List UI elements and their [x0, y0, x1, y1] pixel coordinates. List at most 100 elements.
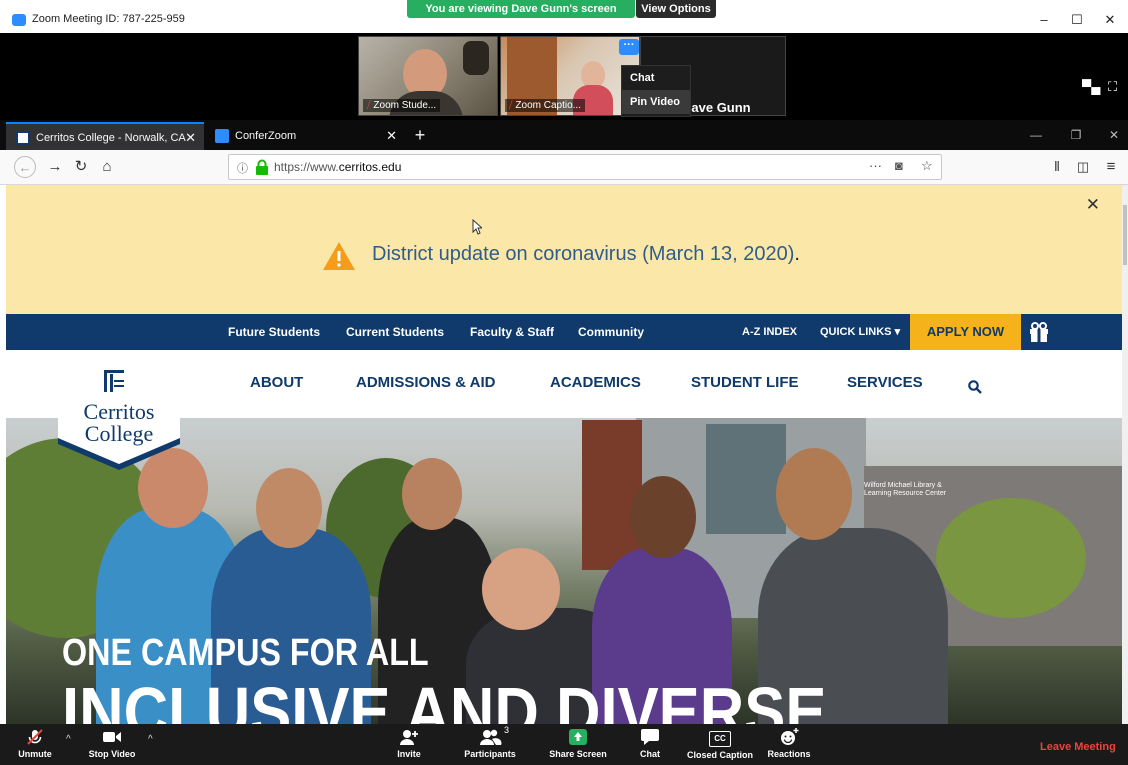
browser-close-button[interactable]: ✕ [1094, 120, 1128, 150]
participant-name: Zoom Captio... [515, 100, 581, 111]
library-icon[interactable]: ⫴ [1046, 156, 1068, 178]
browser-navigation-bar: ← → ↻ ⌂ ⓘ https://www.cerritos.edu ··· ◙… [0, 150, 1128, 185]
menu-item-chat[interactable]: Chat [622, 66, 690, 90]
close-tab-icon[interactable]: ✕ [185, 124, 196, 152]
stop-video-label: Stop Video [88, 749, 136, 759]
forward-arrow-icon[interactable]: → [44, 156, 66, 178]
scrollbar-thumb[interactable] [1123, 205, 1127, 265]
url-prefix: https://www. [274, 160, 339, 174]
menu-item-pin-video[interactable]: Pin Video [622, 90, 690, 114]
back-arrow-icon[interactable]: ← [14, 156, 36, 178]
student-head [402, 458, 462, 530]
url-text: https://www.cerritos.edu [274, 160, 401, 174]
video-context-menu: Chat Pin Video [621, 65, 691, 117]
tree [936, 498, 1086, 618]
logo-line-1: Cerritos [83, 399, 155, 424]
fullscreen-icon[interactable]: ⛶ [1108, 79, 1126, 94]
building-sign-line: Wilford Michael Library & [864, 482, 942, 489]
alert-link[interactable]: District update on coronavirus (March 13… [372, 243, 800, 266]
participants-button[interactable]: 3 Participants [458, 725, 522, 759]
chat-button[interactable]: Chat [632, 728, 668, 759]
reactions-label: Reactions [767, 749, 811, 759]
utility-nav: Future Students Current Students Faculty… [6, 314, 1122, 350]
bookmark-star-icon[interactable]: ☆ [921, 158, 933, 174]
video-options-caret-icon[interactable]: ^ [148, 734, 153, 745]
view-options-button[interactable]: View Options ⌄ [636, 0, 716, 33]
reactions-smiley-icon [781, 728, 799, 745]
tab-cerritos[interactable]: Cerritos College - Norwalk, CA ✕ [6, 122, 204, 150]
maximize-window-button[interactable]: ☐ [1067, 11, 1087, 29]
nav-services[interactable]: SERVICES [847, 374, 923, 391]
leave-meeting-button[interactable]: Leave Meeting [1040, 741, 1116, 753]
cerritos-favicon-icon [16, 131, 30, 145]
sidebar-icon[interactable]: ◫ [1072, 156, 1094, 178]
browser-minimize-button[interactable]: — [1016, 120, 1056, 150]
close-tab-icon[interactable]: ✕ [386, 122, 397, 150]
unmute-button[interactable]: Unmute [10, 728, 60, 759]
new-tab-button[interactable]: + [408, 120, 432, 150]
url-bar[interactable]: ⓘ https://www.cerritos.edu ··· ◙ ☆ [228, 154, 942, 180]
add-person-icon [400, 730, 418, 745]
student-head [256, 468, 322, 548]
building-sign: Wilford Michael Library & Learning Resour… [864, 482, 946, 498]
gift-icon[interactable] [1028, 321, 1050, 343]
participant-name-tag: ⧸ Zoom Stude... [363, 99, 441, 112]
background-item [463, 41, 489, 75]
site-info-icon[interactable]: ⓘ [237, 160, 248, 176]
quick-links-label: QUICK LINKS [820, 326, 892, 338]
speaker-name: Dave Gunn [682, 100, 751, 115]
participant-name: Zoom Stude... [373, 100, 437, 111]
search-icon[interactable] [968, 380, 982, 394]
hamburger-menu-icon[interactable]: ≡ [1100, 156, 1122, 178]
browser-restore-button[interactable]: ❐ [1056, 120, 1096, 150]
browser-tab-bar: Cerritos College - Norwalk, CA ✕ ConferZ… [0, 120, 1128, 150]
nav-current-students[interactable]: Current Students [346, 314, 444, 350]
closed-caption-icon: CC [709, 731, 731, 747]
page-actions-icon[interactable]: ··· [869, 158, 882, 173]
alert-trailing: . [794, 243, 800, 265]
participant-name-tag: ⧸ Zoom Captio... [505, 99, 585, 112]
nav-admissions-aid[interactable]: ADMISSIONS & AID [356, 374, 495, 391]
nav-community[interactable]: Community [578, 314, 644, 350]
invite-label: Invite [397, 749, 421, 759]
muted-mic-icon: ⧸ [509, 100, 513, 111]
nav-future-students[interactable]: Future Students [228, 314, 320, 350]
unmute-label: Unmute [18, 749, 52, 759]
focus-banner [582, 420, 642, 570]
nav-az-index[interactable]: A-Z INDEX [742, 314, 797, 350]
zoom-meeting-toolbar: Unmute ^ Stop Video ^ Invite 3 Participa… [0, 724, 1128, 765]
close-window-button[interactable]: ✕ [1100, 11, 1120, 29]
share-screen-label: Share Screen [549, 749, 607, 759]
home-icon[interactable]: ⌂ [96, 156, 118, 178]
nav-academics[interactable]: ACADEMICS [550, 374, 641, 391]
nav-faculty-staff[interactable]: Faculty & Staff [470, 314, 554, 350]
page-scrollbar[interactable] [1122, 185, 1128, 724]
coronavirus-alert-banner: ✕ District update on coronavirus (March … [6, 185, 1122, 314]
minimize-window-button[interactable]: – [1034, 11, 1054, 29]
gallery-view-icon[interactable]: ▀▄ [1082, 79, 1100, 94]
close-alert-icon[interactable]: ✕ [1086, 195, 1100, 215]
closed-caption-button[interactable]: CC Closed Caption [684, 728, 756, 760]
share-screen-icon [569, 729, 587, 745]
reactions-button[interactable]: Reactions [764, 728, 814, 759]
pocket-icon[interactable]: ◙ [895, 158, 903, 173]
nav-student-life[interactable]: STUDENT LIFE [691, 374, 799, 391]
participant-video-tile[interactable]: ⧸ Zoom Stude... [358, 36, 498, 116]
participants-label: Participants [464, 749, 516, 759]
audio-options-caret-icon[interactable]: ^ [66, 734, 71, 745]
nav-quick-links[interactable]: QUICK LINKS ▾ [820, 314, 900, 350]
more-options-button[interactable]: ··· [619, 39, 639, 55]
share-screen-button[interactable]: Share Screen [546, 728, 610, 759]
chevron-down-icon: ⌄ [671, 21, 681, 33]
nav-about[interactable]: ABOUT [250, 374, 303, 391]
invite-button[interactable]: Invite [388, 728, 430, 759]
apply-now-button[interactable]: APPLY NOW [910, 314, 1021, 350]
student-head [776, 448, 852, 540]
stop-video-button[interactable]: Stop Video [80, 728, 144, 759]
url-domain: cerritos.edu [338, 160, 402, 174]
participants-icon [480, 729, 502, 745]
view-options-label: View Options [641, 3, 711, 15]
tab-conferzoom[interactable]: ConferZoom ✕ [205, 122, 405, 150]
reload-icon[interactable]: ↻ [70, 156, 92, 178]
muted-microphone-icon [27, 729, 43, 745]
